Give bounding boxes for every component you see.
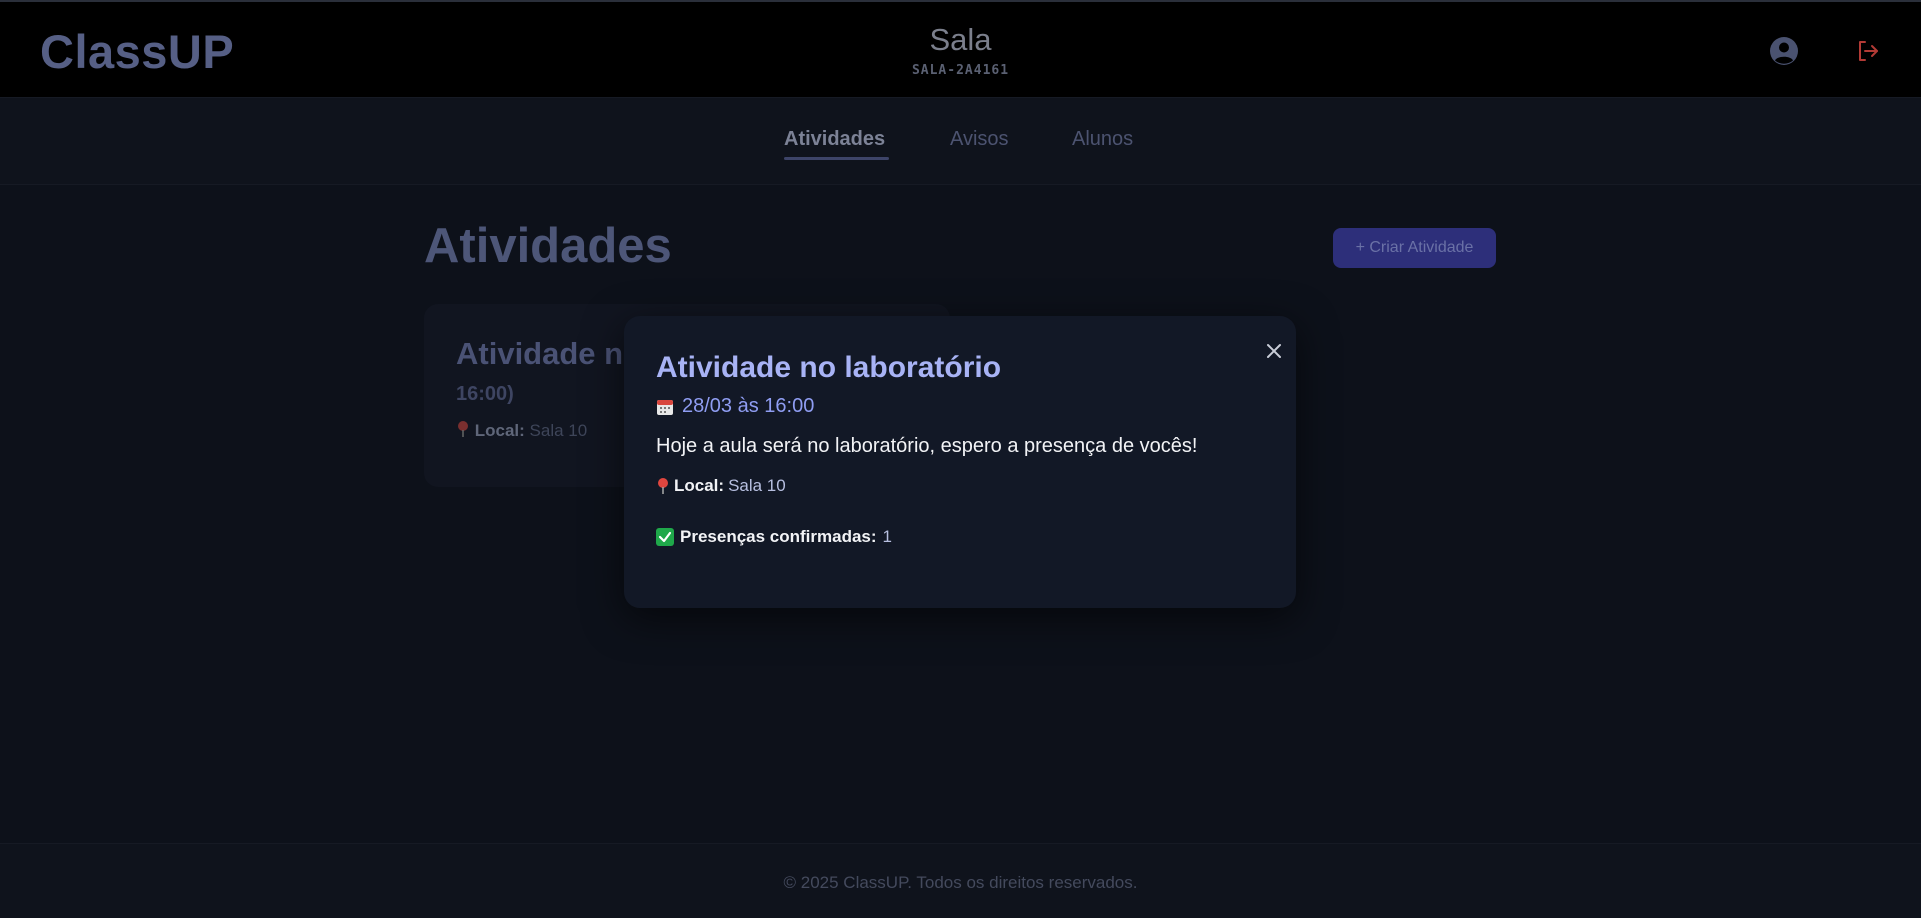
checkmark-icon [656,528,674,546]
active-tab-indicator [784,157,889,160]
logout-button[interactable] [1855,38,1881,64]
close-button[interactable] [1261,338,1287,364]
profile-button[interactable] [1769,36,1799,66]
modal-date-text: 28/03 às 16:00 [682,395,815,417]
create-activity-button[interactable]: + Criar Atividade [1333,228,1496,268]
tab-avisos[interactable]: Avisos [950,128,1009,151]
modal-location: Local: Sala 10 [656,476,786,496]
modal-description: Hoje a aula será no laboratório, espero … [656,435,1198,457]
presence-label: Presenças confirmadas: [680,527,877,546]
close-icon [1267,344,1281,358]
page-title: Atividades [424,219,672,273]
presence-count: 1 [882,527,893,546]
location-label: Local: [474,421,525,440]
top-header: ClassUP Sala SALA-2A4161 [0,0,1921,98]
modal-title: Atividade no laboratório [656,351,1002,384]
pin-icon [658,478,668,494]
user-circle-icon [1770,37,1798,65]
modal-date: 28/03 às 16:00 [656,395,814,418]
tab-alunos[interactable]: Alunos [1072,128,1133,151]
logout-icon [1859,41,1878,61]
activity-card-date: 16:00) [456,383,514,405]
room-code: SALA-2A4161 [911,63,1010,78]
page: ClassUP Sala SALA-2A4161 Atividades Avis… [0,0,1921,918]
footer-copyright: © 2025 ClassUP. Todos os direitos reserv… [783,873,1138,892]
pin-icon [458,421,468,437]
tab-atividades[interactable]: Atividades [784,128,885,151]
room-title: Sala [929,22,992,57]
modal-presence: Presenças confirmadas: 1 [656,527,892,547]
activity-modal: Atividade no laboratório 28/03 às 16:00 … [624,316,1296,608]
location-value: Sala 10 [529,421,588,440]
modal-location-value: Sala 10 [728,476,786,495]
calendar-icon [657,399,673,415]
activity-card-location: Local: Sala 10 [456,420,587,441]
modal-location-label: Local: [674,476,725,495]
